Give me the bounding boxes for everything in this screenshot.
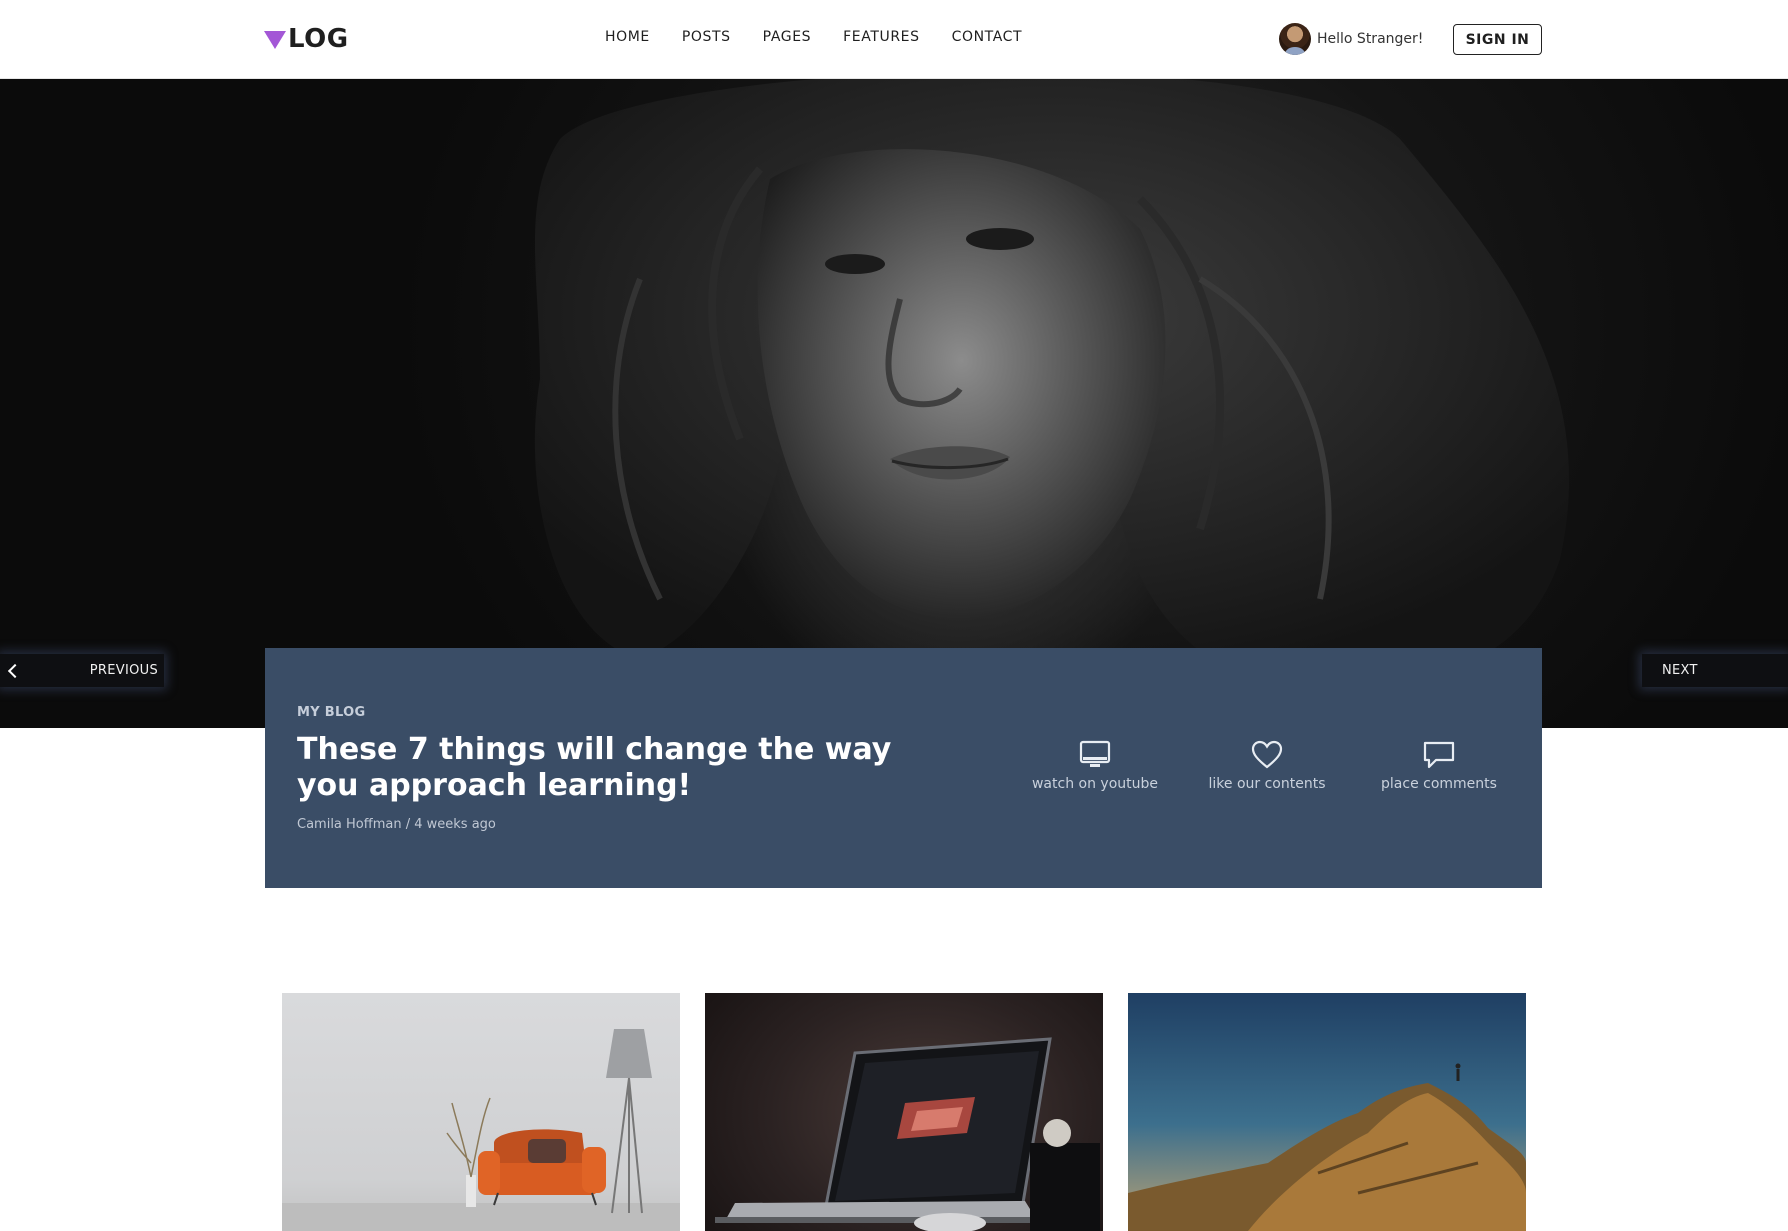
main-nav: HOME POSTS PAGES FEATURES CONTACT xyxy=(605,29,1022,45)
next-slide-button[interactable]: NEXT xyxy=(1642,654,1788,687)
hero-slider: PREVIOUS NEXT xyxy=(0,79,1788,728)
avatar xyxy=(1279,23,1311,55)
watch-on-youtube-label: watch on youtube xyxy=(1031,776,1158,792)
place-comments-button[interactable]: place comments xyxy=(1369,740,1509,792)
logo-text: LOG xyxy=(288,24,349,54)
armchair-lamp-image xyxy=(282,1029,680,1231)
nav-contact[interactable]: CONTACT xyxy=(952,29,1023,45)
next-label: NEXT xyxy=(1662,663,1698,678)
like-contents-button[interactable]: like our contents xyxy=(1197,740,1337,792)
post-thumbnail-armchair[interactable] xyxy=(282,993,680,1231)
site-header: LOG HOME POSTS PAGES FEATURES CONTACT He… xyxy=(0,0,1788,79)
nav-features[interactable]: FEATURES xyxy=(843,29,919,45)
user-menu[interactable]: Hello Stranger! xyxy=(1279,23,1423,55)
laptop-image xyxy=(715,1037,1100,1231)
post-category[interactable]: MY BLOG xyxy=(297,705,365,720)
chevron-left-icon xyxy=(7,663,23,678)
post-title[interactable]: These 7 things will change the way you a… xyxy=(297,732,937,804)
post-thumbnail-mountain[interactable] xyxy=(1128,993,1526,1231)
place-comments-label: place comments xyxy=(1381,776,1497,792)
watch-on-youtube-button[interactable]: watch on youtube xyxy=(1025,740,1165,792)
logo[interactable]: LOG xyxy=(264,22,349,56)
previous-label: PREVIOUS xyxy=(89,663,158,678)
hero-portrait-image xyxy=(534,79,1569,686)
nav-home[interactable]: HOME xyxy=(605,29,650,45)
heart-icon xyxy=(1251,740,1283,769)
logo-triangle-icon xyxy=(264,31,286,49)
nav-pages[interactable]: PAGES xyxy=(763,29,811,45)
monitor-icon xyxy=(1079,740,1111,767)
post-meta: Camila Hoffman / 4 weeks ago xyxy=(297,817,496,832)
comment-icon xyxy=(1423,741,1455,769)
sign-in-button[interactable]: SIGN IN xyxy=(1453,24,1542,55)
featured-post-card: MY BLOG These 7 things will change the w… xyxy=(265,648,1542,888)
greeting-text: Hello Stranger! xyxy=(1317,31,1424,47)
post-thumbnail-laptop[interactable] xyxy=(705,993,1103,1231)
like-contents-label: like our contents xyxy=(1208,776,1326,792)
previous-slide-button[interactable]: PREVIOUS xyxy=(0,654,164,687)
mountain-peak-image xyxy=(1128,1063,1526,1231)
nav-posts[interactable]: POSTS xyxy=(682,29,731,45)
